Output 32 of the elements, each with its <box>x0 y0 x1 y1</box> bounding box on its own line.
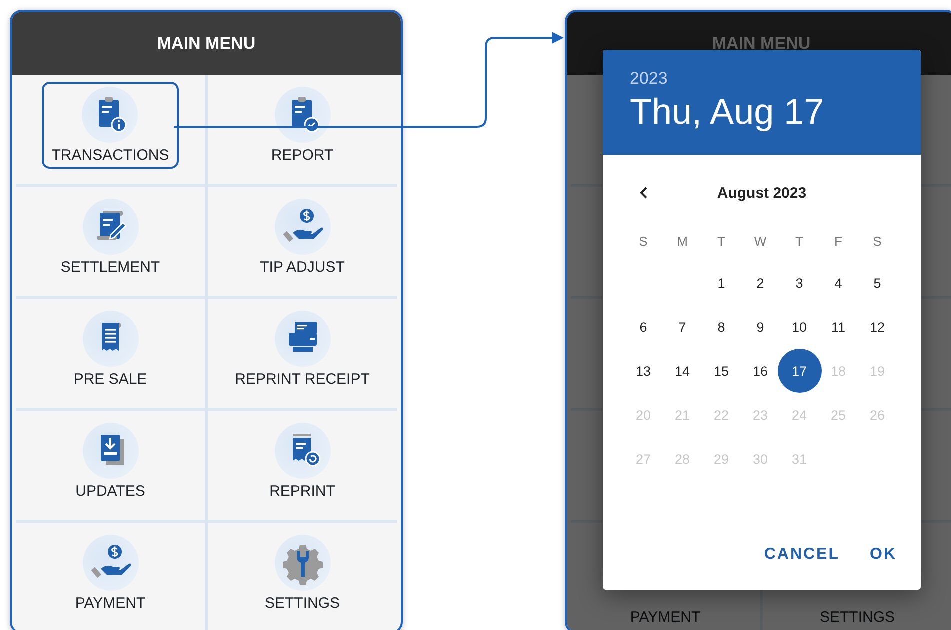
calendar-day[interactable]: 15 <box>704 354 738 388</box>
month-label: August 2023 <box>717 184 807 202</box>
cancel-button[interactable]: CANCEL <box>756 538 848 572</box>
weekday-label: F <box>834 234 842 248</box>
menu-label: SETTINGS <box>820 609 895 628</box>
ok-button[interactable]: OK <box>862 538 905 572</box>
calendar-day[interactable]: 7 <box>666 310 700 344</box>
calendar-day[interactable]: 17 <box>778 349 822 393</box>
weekday-label: T <box>718 234 726 248</box>
weekday-label: W <box>754 234 767 248</box>
selected-date-heading: Thu, Aug 17 <box>630 91 826 133</box>
calendar-day[interactable]: 5 <box>860 266 894 300</box>
calendar-day[interactable]: 12 <box>860 310 894 344</box>
menu-tile[interactable]: TRANSACTIONS <box>42 82 180 169</box>
calendar-day[interactable]: 4 <box>822 266 856 300</box>
calendar-day[interactable]: 2 <box>744 266 778 300</box>
calendar-day[interactable]: 10 <box>782 310 816 344</box>
menu-label: PAYMENT <box>630 609 701 628</box>
calendar-day[interactable]: 9 <box>744 310 778 344</box>
screen-title: MAIN MENU <box>12 12 401 75</box>
calendar-day[interactable]: 6 <box>626 310 660 344</box>
calendar-day[interactable]: 11 <box>822 310 856 344</box>
calendar-day[interactable]: 14 <box>666 354 700 388</box>
weekday-label: T <box>796 234 804 248</box>
calendar-day[interactable]: 16 <box>744 354 778 388</box>
weekday-label: S <box>639 234 648 248</box>
calendar-day[interactable]: 8 <box>704 310 738 344</box>
calendar-day[interactable]: 13 <box>626 354 660 388</box>
weekday-label: M <box>677 234 688 248</box>
weekday-label: S <box>873 234 882 248</box>
calendar-day[interactable]: 3 <box>782 266 816 300</box>
calendar-day[interactable]: 1 <box>704 266 738 300</box>
